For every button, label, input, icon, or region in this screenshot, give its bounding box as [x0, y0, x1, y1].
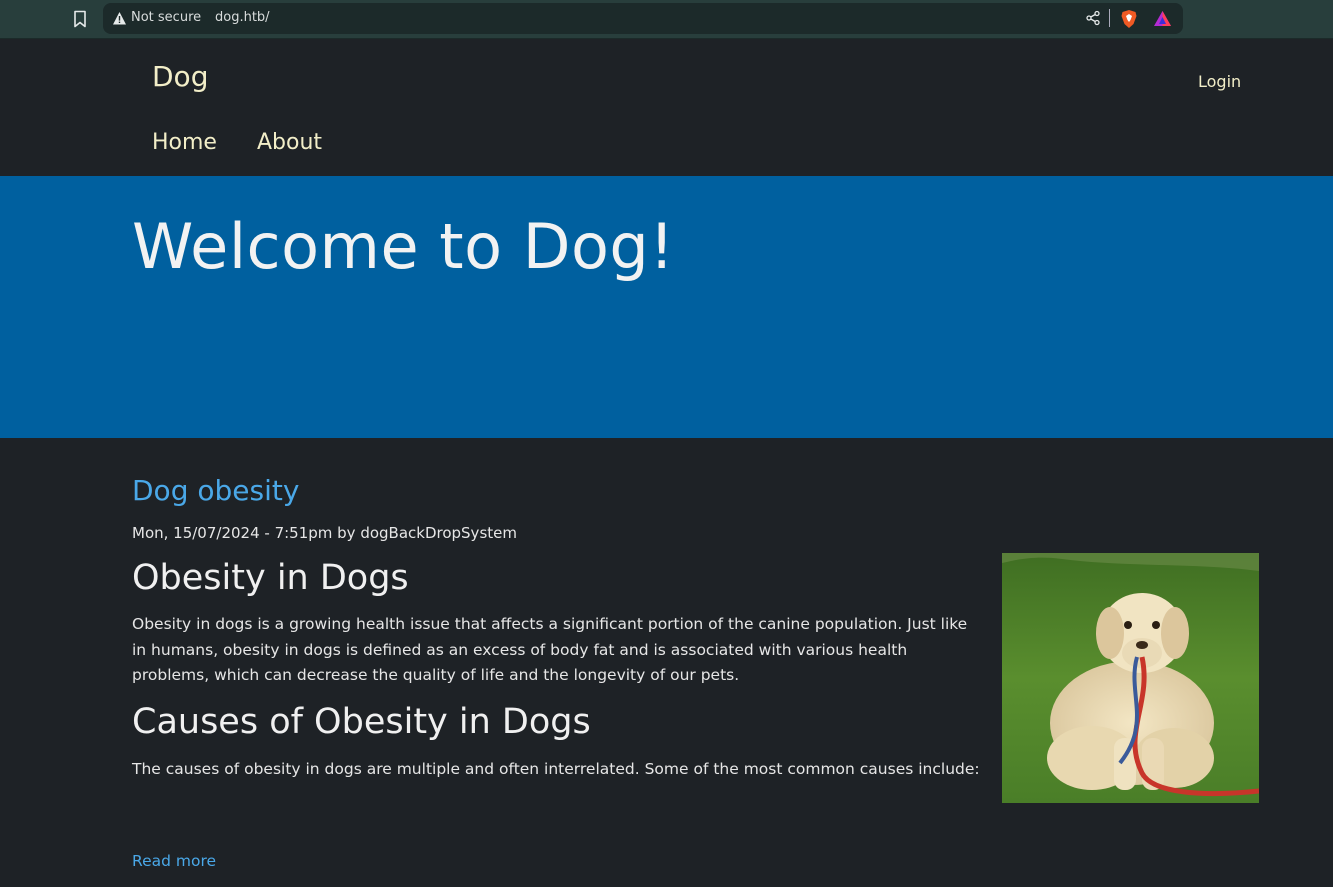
paragraph: Obesity in dogs is a growing health issu… [132, 615, 968, 684]
bookmark-icon[interactable] [70, 8, 90, 30]
site-header: Dog Login Home About [0, 40, 1333, 176]
browser-toolbar: Not secure dog.htb/ [0, 0, 1333, 39]
brave-rewards-icon[interactable] [1153, 10, 1172, 27]
share-icon[interactable] [1085, 10, 1101, 26]
separator [1109, 9, 1110, 27]
page-title: Welcome to Dog! [132, 210, 675, 283]
article-image [1002, 553, 1259, 803]
article-title-link[interactable]: Dog obesity [132, 474, 299, 507]
nav-item-about[interactable]: About [257, 130, 322, 155]
address-bar[interactable]: Not secure dog.htb/ [103, 3, 1183, 34]
read-more-link[interactable]: Read more [132, 852, 216, 870]
login-link[interactable]: Login [1198, 72, 1241, 91]
site-logo-link[interactable]: Dog [152, 60, 208, 93]
article-meta: Mon, 15/07/2024 - 7:51pm by dogBackDropS… [132, 524, 517, 542]
hero-banner: Welcome to Dog! [0, 176, 1333, 438]
section-heading: Obesity in Dogs [132, 558, 409, 598]
warning-icon[interactable] [112, 11, 127, 26]
main-content: Dog obesity Mon, 15/07/2024 - 7:51pm by … [132, 438, 1262, 887]
security-label[interactable]: Not secure [131, 10, 201, 25]
nav-item-home[interactable]: Home [152, 130, 217, 155]
section-heading: Causes of Obesity in Dogs [132, 702, 591, 742]
url-text[interactable]: dog.htb/ [215, 10, 270, 25]
brave-shield-icon[interactable] [1120, 9, 1138, 29]
paragraph: The causes of obesity in dogs are multip… [132, 760, 980, 778]
main-nav: Home About [152, 130, 322, 155]
